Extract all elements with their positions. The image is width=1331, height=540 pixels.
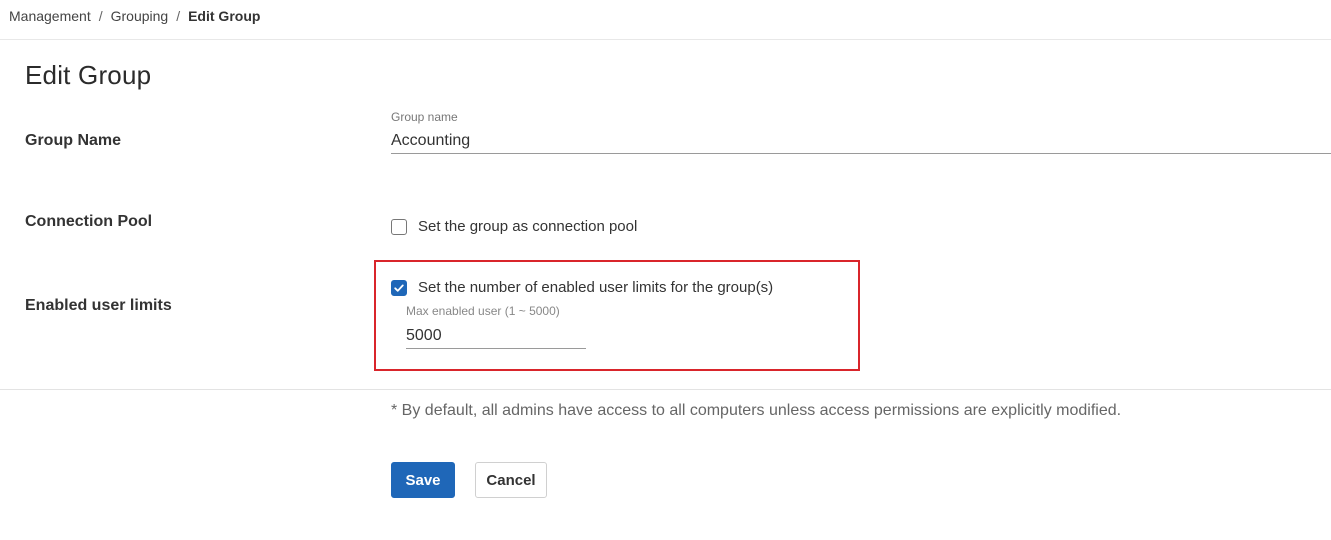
save-button[interactable]: Save (391, 462, 455, 498)
max-enabled-user-caption: Max enabled user (1 ~ 5000) (406, 304, 560, 318)
page-title: Edit Group (25, 60, 152, 90)
breadcrumb-separator: / (98, 8, 103, 24)
user-limits-option[interactable]: Set the number of enabled user limits fo… (391, 279, 773, 296)
header-divider (0, 39, 1331, 40)
user-limits-checkbox-label: Set the number of enabled user limits fo… (418, 279, 774, 296)
connection-pool-option[interactable]: Set the group as connection pool (391, 218, 637, 235)
breadcrumb-management-link[interactable]: Management (9, 8, 91, 24)
connection-pool-label: Connection Pool (25, 213, 153, 230)
form-divider (0, 389, 1331, 390)
group-name-caption: Group name (391, 110, 458, 124)
connection-pool-checkbox-label: Set the group as connection pool (418, 218, 638, 235)
connection-pool-checkbox[interactable] (391, 218, 407, 235)
max-enabled-user-input[interactable] (406, 323, 586, 349)
breadcrumb-current: Edit Group (188, 8, 261, 24)
group-name-label: Group Name (25, 132, 122, 149)
breadcrumb-grouping-link[interactable]: Grouping (111, 8, 169, 24)
user-limits-label: Enabled user limits (25, 297, 172, 314)
group-name-input[interactable] (391, 128, 1331, 154)
access-permission-note: * By default, all admins have access to … (391, 402, 1122, 419)
breadcrumb: Management / Grouping / Edit Group (9, 7, 260, 25)
breadcrumb-separator: / (176, 8, 181, 24)
user-limits-checkbox[interactable] (391, 279, 407, 296)
cancel-button[interactable]: Cancel (475, 462, 547, 498)
check-icon (394, 284, 404, 292)
